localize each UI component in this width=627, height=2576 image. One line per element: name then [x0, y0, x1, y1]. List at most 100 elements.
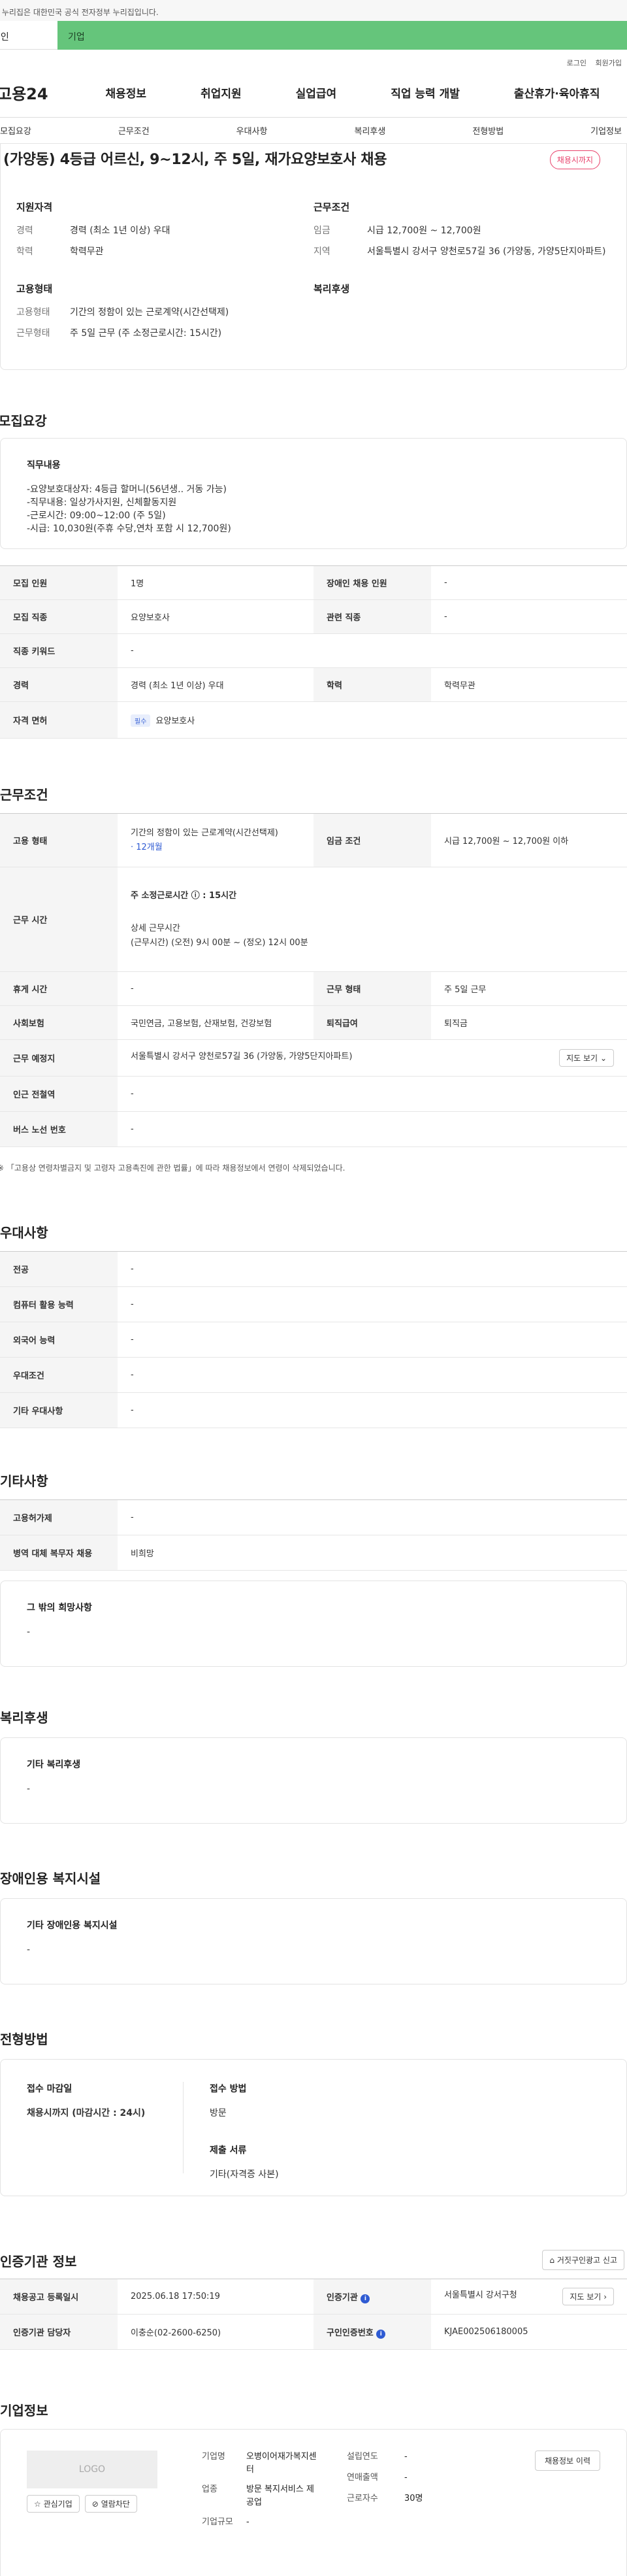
- hours-detail-title: 상세 근무시간: [131, 923, 180, 933]
- cell-value: 학력무관: [431, 667, 627, 702]
- gnb-item-employment[interactable]: 취업지원: [201, 84, 242, 101]
- kv-value: 시급 12,700원 ~ 12,700원: [367, 226, 481, 236]
- kv-label: 지역: [314, 246, 330, 257]
- subnav-process[interactable]: 전형방법: [472, 124, 504, 137]
- site-logo[interactable]: 고용24: [0, 81, 78, 104]
- cell-label: 경력: [0, 667, 118, 702]
- chevron-down-icon: ⌄: [600, 1054, 607, 1063]
- cell-value: 경력 (최소 1년 이상) 우대: [118, 667, 314, 702]
- cell-label: 자격 면허: [0, 701, 118, 739]
- preference-section-title: 우대사항: [0, 1225, 48, 1241]
- welfare-section-title: 복리후생: [0, 1710, 48, 1726]
- cert-section-title: 인증기관 정보: [0, 2254, 77, 2269]
- interest-button[interactable]: ☆ 관심기업: [27, 2495, 80, 2513]
- cert-table: 채용공고 등록일시 2025.06.18 17:50:19 인증기관 i 서울특별시 …: [0, 2279, 627, 2350]
- kv-label: 학력: [16, 246, 33, 257]
- gnb-item-training[interactable]: 직업 능력 개발: [391, 84, 460, 101]
- subnav-preference[interactable]: 우대사항: [236, 124, 268, 137]
- section-nav: 모집요강 근무조건 우대사항 복리후생 전형방법 기업정보: [0, 118, 627, 144]
- gnb-item-leave[interactable]: 출산휴가·육아휴직: [514, 84, 600, 101]
- place-value: 서울특별시 강서구 양천로57길 36 (가양동, 가양5단지아파트): [131, 1052, 353, 1062]
- cell-label: 고용허가제: [0, 1499, 118, 1535]
- job-title: (가양동) 4등급 어르신, 9~12시, 주 5일, 재가요양보호사 채용: [3, 152, 387, 168]
- cell-label: 근무 시간: [0, 867, 118, 972]
- cell-value: 2025.06.18 17:50:19: [118, 2279, 314, 2315]
- tab-company[interactable]: 기업: [57, 21, 627, 50]
- duty-title: 직무내용: [27, 460, 61, 471]
- cell-value: 서울특별시 강서구청 지도 보기 ›: [431, 2279, 627, 2315]
- company-employees: 30명: [404, 2494, 423, 2503]
- history-button[interactable]: 채용정보 이력: [534, 2451, 600, 2471]
- kv-value: 학력무관: [70, 246, 104, 257]
- duty-line: -요양보호대상자: 4등급 할머니(56년생.. 거동 가능): [27, 484, 227, 495]
- other-section-title: 기타사항: [0, 1473, 48, 1489]
- login-link[interactable]: 로그인: [567, 59, 587, 67]
- subnav-conditions[interactable]: 근무조건: [118, 124, 150, 137]
- cell-label: 휴게 시간: [0, 971, 118, 1006]
- gnb-item-unemployment[interactable]: 실업급여: [296, 84, 337, 101]
- cell-value: 요양보호사: [118, 599, 314, 634]
- facility-section-title: 장애인용 복지시설: [0, 1871, 101, 1886]
- gnb-item-jobs[interactable]: 채용정보: [106, 84, 147, 101]
- signup-link[interactable]: 회원가입: [596, 59, 622, 67]
- cell-value: 퇴직금: [431, 1005, 627, 1040]
- etc-value: -: [27, 1627, 31, 1637]
- cell-label: 버스 노선 번호: [0, 1111, 118, 1147]
- welfare-heading: 복리후생: [314, 283, 350, 295]
- cell-label: 인증기관 담당자: [0, 2314, 118, 2350]
- preference-table: 전공 - 컴퓨터 활용 능력 - 외국어 능력 - 우대조건 - 기타 우대사항 -: [0, 1251, 627, 1428]
- deadline-value: 채용시까지 (마감시간 : 24시): [27, 2108, 146, 2118]
- cell-label: 근무 형태: [314, 971, 431, 1006]
- info-icon[interactable]: i: [361, 2294, 370, 2303]
- cell-value: 시급 12,700원 ~ 12,700원 이하: [431, 813, 627, 867]
- welfare-box: 기타 복리후생 -: [0, 1737, 627, 1824]
- recruit-section-title: 모집요강: [0, 413, 47, 429]
- method-title: 접수 방법: [210, 2084, 247, 2094]
- cell-value: -: [118, 1251, 627, 1287]
- org-map-button[interactable]: 지도 보기 ›: [562, 2288, 614, 2305]
- cell-value: -: [118, 1357, 627, 1393]
- cell-value: -: [118, 1111, 627, 1147]
- report-button[interactable]: ⌂ 거짓구인광고 신고: [542, 2250, 624, 2270]
- cell-label: 모집 인원: [0, 565, 118, 600]
- subnav-recruit[interactable]: 모집요강: [0, 124, 31, 137]
- duty-line: -직무내용: 일상가사지원, 신체활동지원: [27, 497, 177, 508]
- job-summary-card: (가양동) 4등급 어르신, 9~12시, 주 5일, 재가요양보호사 채용 채…: [0, 144, 627, 370]
- qual-heading: 지원자격: [16, 201, 53, 213]
- tab-personal[interactable]: 개인: [0, 21, 57, 50]
- other-table: 고용허가제 - 병역 대체 복무자 채용 비희망: [0, 1499, 627, 1571]
- etc-title: 그 밖의 희망사항: [27, 1603, 92, 1613]
- kv-label: 설립연도: [347, 2452, 378, 2462]
- company-size: -: [246, 2517, 249, 2527]
- util-links: 로그인 회원가입: [0, 50, 627, 68]
- company-box: LOGO ☆ 관심기업 ⊘ 열람차단 기업명 오병이어재가복지센터 업종 방문 복지…: [0, 2429, 627, 2576]
- kv-label: 기업명: [202, 2452, 225, 2462]
- process-box: 접수 마감일 채용시까지 (마감시간 : 24시) 접수 방법 방문 제출 서류…: [0, 2059, 627, 2196]
- cell-label: 컴퓨터 활용 능력: [0, 1286, 118, 1322]
- map-button[interactable]: 지도 보기 ⌄: [559, 1049, 614, 1067]
- company-section-title: 기업정보: [0, 2403, 48, 2418]
- cell-value: -: [118, 1322, 627, 1358]
- kv-value: 서울특별시 강서구 양천로57길 36 (가양동, 가양5단지아파트): [367, 246, 606, 257]
- info-icon[interactable]: i: [376, 2329, 386, 2339]
- cell-label: 인증기관 i: [314, 2279, 431, 2315]
- company-name: 오병이어재가복지센터: [246, 2452, 317, 2475]
- main-nav: 고용24 채용정보 취업지원 실업급여 직업 능력 개발 출산휴가·육아휴직: [0, 68, 627, 118]
- hours-cell: 주 소정근로시간 ⓘ : 15시간 상세 근무시간 (근무시간) (오전) 9시 0…: [118, 867, 627, 972]
- cell-label: 학력: [314, 667, 431, 702]
- subnav-company[interactable]: 기업정보: [590, 124, 622, 137]
- cell-label: 우대조건: [0, 1357, 118, 1393]
- facility-box-title: 기타 장애인용 복지시설: [27, 1920, 118, 1931]
- age-notice: ※ 「고용상 연령차별금지 및 고령자 고용촉진에 관한 법률」에 따라 채용정…: [0, 1163, 346, 1173]
- subnav-welfare[interactable]: 복리후생: [354, 124, 385, 137]
- cell-label: 임금 조건: [314, 813, 431, 867]
- docs-value: 기타(자격증 사본): [210, 2169, 279, 2180]
- license-value: 요양보호사: [155, 716, 195, 726]
- required-tag: 필수: [131, 714, 151, 727]
- company-industry: 방문 복지서비스 제공업: [246, 2484, 314, 2507]
- kv-label: 연매출액: [347, 2473, 378, 2483]
- cell-value: 국민연금, 고용보험, 산재보험, 건강보험: [118, 1005, 314, 1040]
- block-button[interactable]: ⊘ 열람차단: [84, 2495, 137, 2513]
- duty-box: 직무내용 -요양보호대상자: 4등급 할머니(56년생.. 거동 가능) -직무…: [0, 438, 627, 549]
- cell-label: 외국어 능력: [0, 1322, 118, 1358]
